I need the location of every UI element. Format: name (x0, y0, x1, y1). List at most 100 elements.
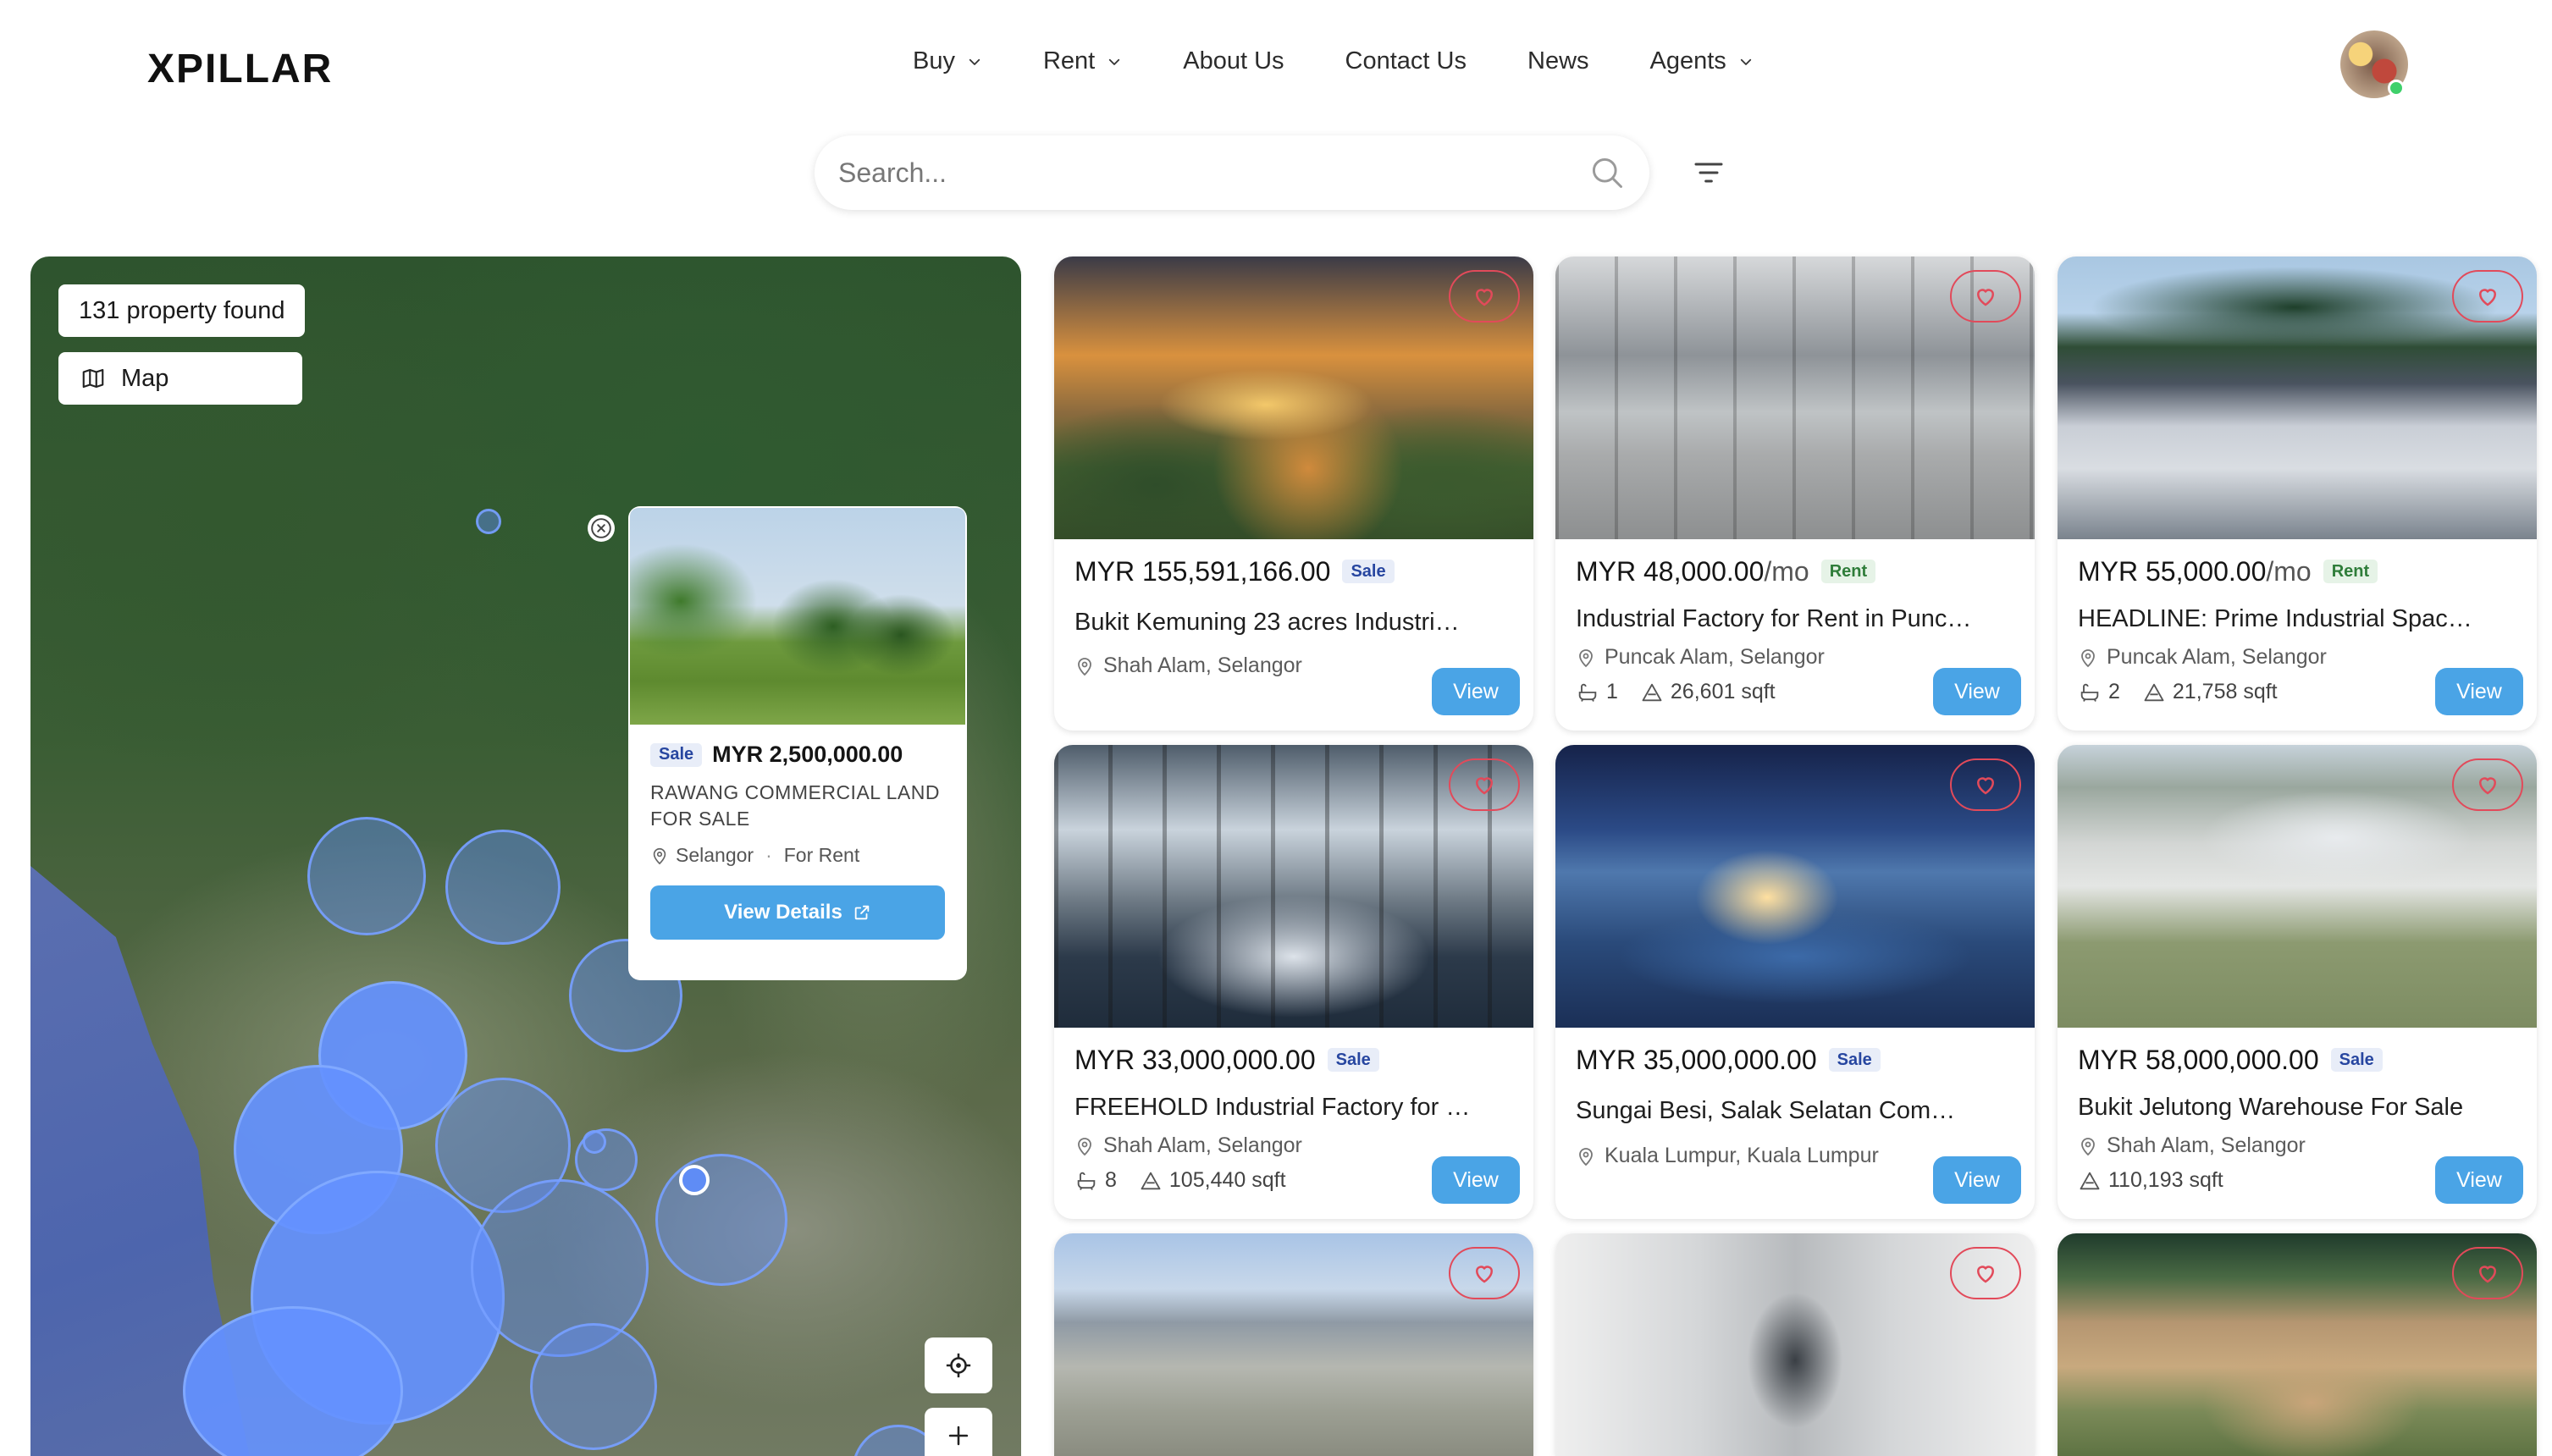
map-panel[interactable]: 131 property found Map Sale MYR 2,500,00… (30, 256, 1021, 1456)
nav-news[interactable]: News (1527, 47, 1589, 75)
listing-image (1555, 256, 2035, 539)
view-button[interactable]: View (1432, 668, 1520, 715)
search-bar (815, 135, 1649, 210)
location-pin-icon (2081, 648, 2095, 667)
zoom-in-icon (948, 1426, 969, 1446)
area-icon (2144, 683, 2164, 701)
nav-buy[interactable]: Buy (913, 47, 982, 75)
sale-tag: Sale (1828, 1048, 1881, 1072)
online-status-dot (2388, 80, 2405, 97)
map-cluster[interactable] (583, 1130, 606, 1154)
view-button[interactable]: View (2435, 668, 2523, 715)
heart-icon (1976, 1266, 1995, 1283)
view-button[interactable]: View (1933, 668, 2021, 715)
listing-price: MYR 35,000,000.00 (1576, 1044, 1817, 1075)
map-cluster[interactable] (307, 817, 426, 935)
listing-image (2058, 745, 2537, 1028)
map-cluster[interactable] (476, 509, 501, 534)
heart-icon (1976, 289, 1995, 306)
bathtub-icon (2080, 683, 2099, 702)
property-popup: Sale MYR 2,500,000.00 RAWANG COMMERCIAL … (628, 506, 967, 980)
listing-card[interactable]: MYR 155,591,166.00 Sale Bukit Kemuning 23… (1054, 256, 1533, 731)
favorite-button[interactable] (2452, 1247, 2523, 1299)
popup-listing-type: For Rent (783, 844, 860, 866)
nav-contact-us[interactable]: Contact Us (1345, 47, 1467, 75)
nav-rent[interactable]: Rent (1043, 47, 1122, 75)
listing-title: Bukit Jelutong Warehouse For Sale (2078, 1094, 2464, 1121)
listing-price: MYR 58,000,000.00 (2078, 1044, 2319, 1075)
external-link-icon (854, 905, 870, 920)
popup-close-button[interactable] (588, 515, 615, 542)
listing-title: Bukit Kemuning 23 acres Industrial... (1074, 609, 1472, 636)
area-icon (1141, 1172, 1161, 1189)
listing-image (1054, 745, 1533, 1028)
location-pin-icon (1078, 657, 1091, 676)
popup-title: RAWANG COMMERCIAL LAND FOR SALE (650, 781, 940, 830)
listing-card[interactable]: MYR 35,000,000.00 Sale Sungai Besi, Salak… (1555, 745, 2035, 1219)
floor-area: 105,440 sqft (1168, 1168, 1286, 1192)
listing-title: Industrial Factory for Rent in Puncak... (1576, 605, 1974, 632)
view-button[interactable]: View (2435, 1156, 2523, 1204)
selected-map-pin[interactable] (679, 1165, 710, 1195)
listing-card[interactable] (1054, 1233, 1533, 1456)
listing-price: MYR 48,000.00 (1576, 555, 1765, 587)
listing-card[interactable]: MYR 58,000,000.00 Sale Bukit Jelutong War… (2058, 745, 2537, 1219)
favorite-button[interactable] (1950, 758, 2021, 811)
map-cluster[interactable] (445, 830, 561, 945)
heart-icon (1475, 1266, 1494, 1283)
listing-price: MYR 155,591,166.00 (1074, 555, 1331, 587)
popup-meta: Selangor · For Rent (650, 844, 945, 867)
nav-agents-label: Agents (1649, 47, 1726, 74)
search-input[interactable] (838, 157, 1588, 189)
view-details-label: View Details (724, 901, 842, 924)
favorite-button[interactable] (1449, 270, 1520, 323)
nav-about-us[interactable]: About Us (1183, 47, 1284, 75)
close-icon (591, 518, 611, 538)
search-icon[interactable] (1588, 154, 1626, 191)
listing-image (1555, 1233, 2035, 1456)
sale-tag: Sale (1327, 1048, 1379, 1072)
listing-card[interactable]: MYR 48,000.00/mo Rent Industrial Factory … (1555, 256, 2035, 731)
zoom-in-button[interactable] (925, 1408, 992, 1456)
filter-icon[interactable] (1692, 156, 1726, 190)
popup-location: Selangor (676, 844, 754, 866)
listing-location: Shah Alam, Selangor (1074, 1133, 1513, 1158)
logo[interactable]: XPILLAR (147, 46, 333, 92)
nav-agents[interactable]: Agents (1650, 47, 1754, 75)
listing-location-label: Shah Alam, Selangor (1103, 654, 1302, 677)
heart-icon (2478, 289, 2497, 306)
favorite-button[interactable] (1950, 270, 2021, 323)
chevron-down-icon (1109, 58, 1120, 65)
favorite-button[interactable] (2452, 270, 2523, 323)
view-button[interactable]: View (1432, 1156, 1520, 1204)
listing-card[interactable]: MYR 33,000,000.00 Sale FREEHOLD Industria… (1054, 745, 1533, 1219)
favorite-button[interactable] (1950, 1247, 2021, 1299)
listing-card[interactable]: MYR 55,000.00/mo Rent HEADLINE: Prime Ind… (2058, 256, 2537, 731)
sale-tag: Sale (1342, 560, 1395, 583)
nav-rent-label: Rent (1042, 47, 1096, 74)
locate-button[interactable] (925, 1337, 992, 1393)
listing-image (1054, 256, 1533, 539)
listing-image (2058, 1233, 2537, 1456)
popup-separator: · (765, 844, 772, 866)
favorite-button[interactable] (1449, 1247, 1520, 1299)
map-cluster[interactable] (530, 1323, 657, 1450)
listing-location-label: Shah Alam, Selangor (2107, 1133, 2306, 1157)
listing-card[interactable] (2058, 1233, 2537, 1456)
favorite-button[interactable] (2452, 758, 2523, 811)
location-pin-icon (1078, 1137, 1091, 1155)
listing-card[interactable] (1555, 1233, 2035, 1456)
location-pin-icon (1579, 648, 1593, 667)
map-cluster[interactable] (655, 1154, 787, 1286)
listing-image (1054, 1233, 1533, 1456)
price-unit: /mo (2266, 555, 2312, 587)
favorite-button[interactable] (1449, 758, 1520, 811)
floor-area: 110,193 sqft (2108, 1168, 2223, 1192)
chevron-down-icon (1740, 58, 1751, 65)
floor-area: 26,601 sqft (1670, 680, 1776, 703)
view-button[interactable]: View (1933, 1156, 2021, 1204)
view-details-button[interactable]: View Details (650, 885, 945, 940)
listing-image (1555, 745, 2035, 1028)
nav-buy-label: Buy (913, 47, 955, 74)
map-toggle-button[interactable]: Map (58, 352, 302, 405)
